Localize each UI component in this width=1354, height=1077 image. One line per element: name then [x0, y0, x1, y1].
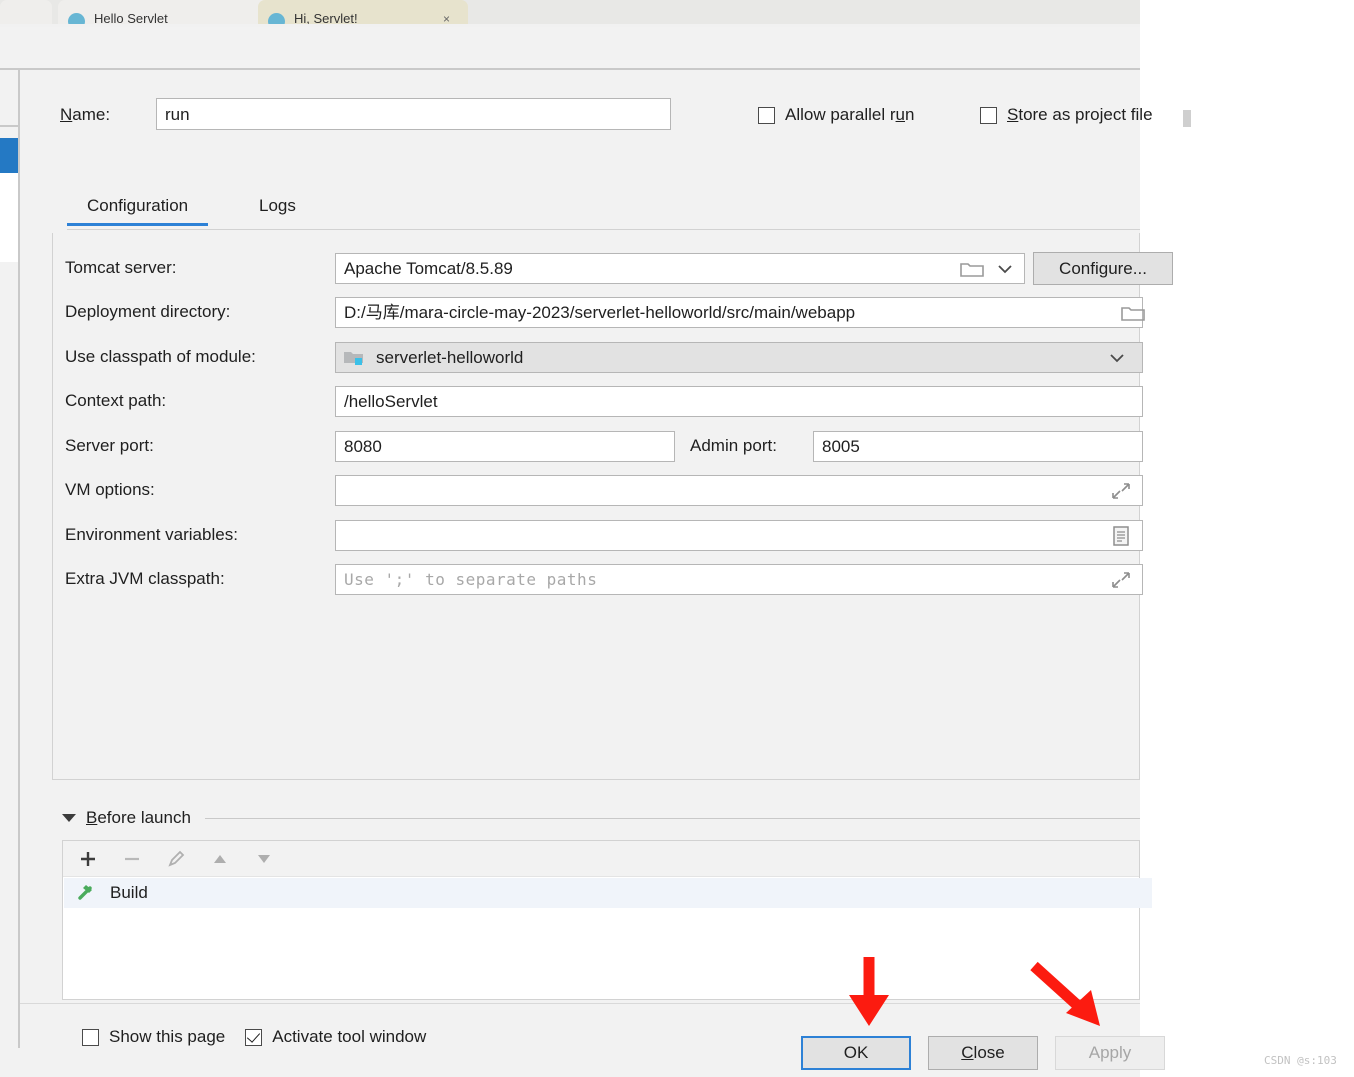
triangle-down-icon[interactable]	[62, 814, 76, 822]
context-path-label: Context path:	[65, 391, 167, 410]
browser-tab-strip: Hello Servlet × Hi, Servlet! ×	[0, 0, 1140, 30]
browser-tab-1[interactable]: Hi, Servlet! ×	[258, 0, 468, 30]
vm-options-input[interactable]	[335, 475, 1143, 506]
admin-port-label: Admin port:	[690, 436, 777, 455]
tabs-underline	[67, 229, 1140, 230]
name-label: Name:	[60, 105, 111, 124]
show-this-page-label: Show this page	[109, 1027, 226, 1046]
store-as-project-file-checkbox[interactable]: Store as project file	[980, 105, 1153, 125]
expand-arrows-icon[interactable]	[1111, 571, 1131, 589]
before-launch-header[interactable]: Before launch	[62, 805, 1140, 831]
show-this-page-checkbox[interactable]: Show this page	[82, 1027, 225, 1047]
environment-variables-label: Environment variables:	[65, 525, 238, 544]
server-port-label: Server port:	[65, 436, 154, 455]
dialog-tabs: Configuration Logs	[67, 192, 1140, 232]
remove-icon	[125, 857, 139, 860]
before-launch-title: Before launch	[86, 808, 191, 827]
before-launch-toolbar	[63, 841, 1139, 877]
checkbox-box[interactable]	[758, 106, 775, 124]
move-down-icon[interactable]	[253, 848, 275, 870]
add-icon[interactable]	[77, 848, 99, 870]
admin-port-input[interactable]: 8005	[813, 431, 1143, 462]
row-deployment-directory: Deployment directory: D:/马库/mara-circle-…	[65, 297, 1145, 328]
row-tomcat-server: Tomcat server: Apache Tomcat/8.5.89 Conf…	[65, 252, 1173, 285]
ide-tree-selected-row	[0, 138, 18, 173]
extra-jvm-classpath-input[interactable]: Use ';' to separate paths	[335, 564, 1143, 595]
tomcat-server-label: Tomcat server:	[65, 258, 177, 277]
hammer-icon	[78, 885, 92, 900]
row-extra-jvm-classpath: Extra JVM classpath: Use ';' to separate…	[65, 564, 1143, 595]
context-path-input[interactable]: /helloServlet	[335, 386, 1143, 417]
folder-icon[interactable]	[960, 260, 984, 278]
browser-tab-0[interactable]: Hello Servlet ×	[58, 0, 288, 30]
csdn-watermark: CSDN @s:103	[1264, 1054, 1337, 1067]
allow-parallel-run-label: Allow parallel run	[785, 105, 915, 124]
before-launch-rule	[204, 817, 1140, 819]
close-button[interactable]: Close	[928, 1036, 1038, 1070]
browser-tab-partial[interactable]	[0, 0, 52, 24]
before-launch-item-label: Build	[110, 883, 148, 902]
name-input[interactable]: run	[156, 98, 671, 130]
deployment-directory-input[interactable]: D:/马库/mara-circle-may-2023/serverlet-hel…	[335, 297, 1143, 328]
name-row: Name: run	[60, 98, 1140, 132]
checkbox-box[interactable]	[245, 1028, 263, 1046]
run-configuration-dialog: Name: run Allow parallel run Store as pr…	[20, 70, 1191, 1077]
extra-jvm-classpath-label: Extra JVM classpath:	[65, 569, 225, 588]
row-environment-variables: Environment variables:	[65, 520, 1143, 551]
before-launch-list: Build	[62, 840, 1152, 1000]
tab-configuration[interactable]: Configuration	[67, 192, 209, 226]
chevron-down-icon[interactable]	[1107, 351, 1127, 365]
chevron-down-icon[interactable]	[995, 262, 1015, 276]
close-button-label: Close	[961, 1043, 1005, 1062]
allow-parallel-run-checkbox[interactable]: Allow parallel run	[758, 105, 914, 125]
list-browse-icon[interactable]	[1111, 525, 1131, 547]
activate-tool-window-checkbox[interactable]: Activate tool window	[245, 1027, 426, 1047]
expand-arrows-icon[interactable]	[1111, 482, 1131, 500]
server-port-input[interactable]: 8080	[335, 431, 675, 462]
apply-button: Apply	[1055, 1036, 1165, 1070]
bottom-checkbox-group: Show this page Activate tool window	[82, 1027, 426, 1047]
checkbox-box[interactable]	[980, 106, 997, 124]
row-context-path: Context path: /helloServlet	[65, 386, 1143, 417]
vm-options-label: VM options:	[65, 480, 155, 499]
environment-variables-input[interactable]	[335, 520, 1143, 551]
tab-logs[interactable]: Logs	[239, 192, 316, 226]
ide-divider-small	[0, 125, 20, 127]
dialog-footer-separator	[20, 1003, 1140, 1004]
store-as-project-file-label: Store as project file	[1007, 105, 1153, 124]
screenshot-root: Hello Servlet × Hi, Servlet! × Name: run…	[0, 0, 1354, 1077]
deployment-directory-label: Deployment directory:	[65, 302, 231, 321]
use-classpath-of-module-label: Use classpath of module:	[65, 347, 256, 366]
configure-button[interactable]: Configure...	[1033, 252, 1173, 285]
edit-pencil-icon	[168, 850, 185, 867]
tomcat-server-input[interactable]: Apache Tomcat/8.5.89	[335, 253, 1025, 284]
row-ports: Server port: 8080 Admin port: 8005	[65, 431, 1143, 462]
move-up-icon[interactable]	[209, 848, 231, 870]
folder-icon[interactable]	[1121, 304, 1145, 322]
settings-gear-icon[interactable]	[1183, 110, 1191, 127]
configuration-panel: Tomcat server: Apache Tomcat/8.5.89 Conf…	[52, 233, 1173, 780]
activate-tool-window-label: Activate tool window	[272, 1027, 427, 1046]
module-folder-icon	[344, 352, 363, 365]
checkbox-box[interactable]	[82, 1028, 99, 1046]
ok-button[interactable]: OK	[801, 1036, 911, 1070]
use-classpath-of-module-combo[interactable]: serverlet-helloworld	[335, 342, 1143, 373]
before-launch-item-build[interactable]: Build	[64, 878, 1152, 908]
row-vm-options: VM options:	[65, 475, 1143, 506]
row-use-classpath-of-module: Use classpath of module: serverlet-hello…	[65, 342, 1143, 373]
